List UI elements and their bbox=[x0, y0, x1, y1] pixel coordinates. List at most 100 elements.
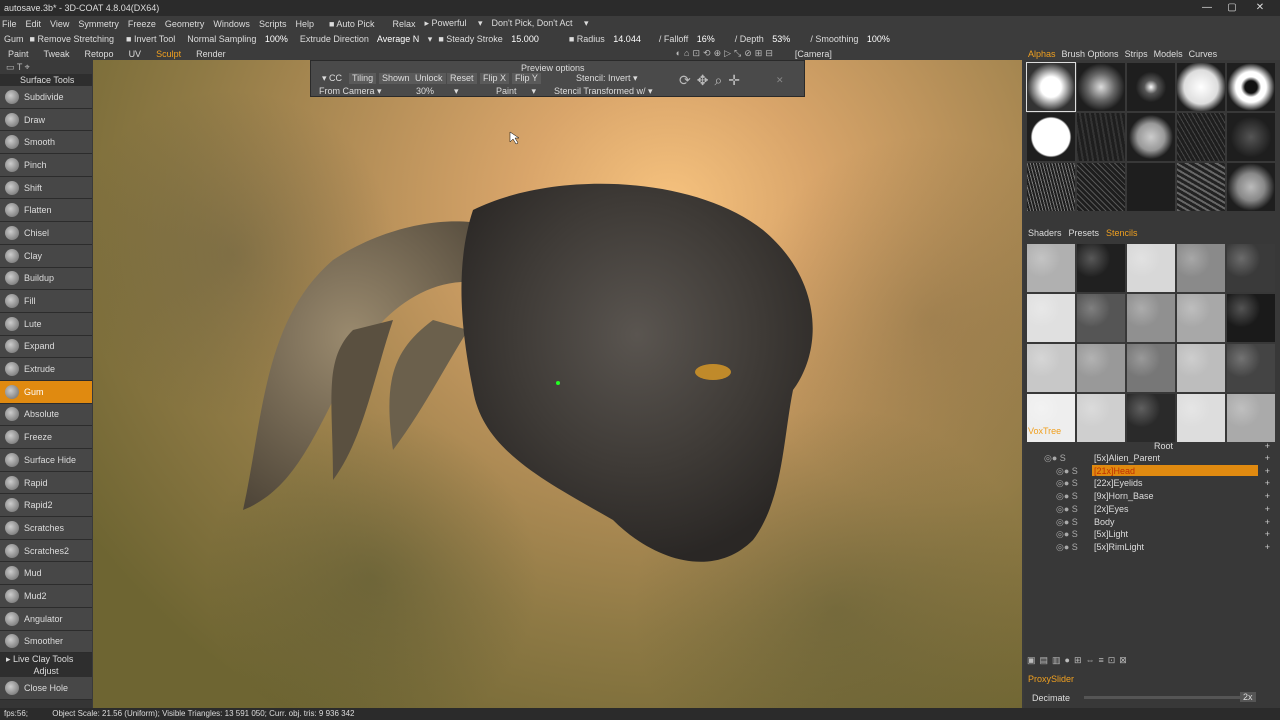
alpha-thumbnail[interactable] bbox=[1026, 62, 1076, 112]
add-icon[interactable]: + bbox=[1265, 465, 1270, 477]
stencil-thumbnail[interactable] bbox=[1077, 244, 1125, 292]
menu-freeze[interactable]: Freeze bbox=[128, 19, 156, 29]
voxtree-layer[interactable]: ◎● S [5x]RimLight + bbox=[1024, 541, 1280, 553]
stencil-thumbnail[interactable] bbox=[1177, 344, 1225, 392]
alpha-thumbnail[interactable] bbox=[1127, 113, 1175, 161]
stencil-thumbnail[interactable] bbox=[1127, 294, 1175, 342]
view-tools-icons[interactable]: ◐⌂⊡⟲⊕▷⤡⊘⊞⊟ bbox=[676, 48, 776, 59]
tool-smoother[interactable]: Smoother bbox=[0, 630, 92, 654]
stencil-transform-select[interactable]: Stencil Transformed w/ ▾ bbox=[554, 86, 653, 97]
stencil-thumbnail[interactable] bbox=[1027, 294, 1075, 342]
tool-close-hole[interactable]: Close Hole bbox=[0, 677, 92, 700]
add-icon[interactable]: + bbox=[1265, 490, 1270, 502]
layer-visibility-icon[interactable]: ◎● S bbox=[1056, 490, 1078, 502]
extrude-direction-select[interactable]: Extrude Direction Average N ▾ bbox=[300, 34, 432, 45]
alpha-thumbnail[interactable] bbox=[1077, 63, 1125, 111]
add-icon[interactable]: + bbox=[1265, 516, 1270, 528]
tool-buildup[interactable]: Buildup bbox=[0, 267, 92, 291]
stencil-mode-select[interactable]: Stencil: Invert ▾ bbox=[573, 73, 641, 84]
tool-fill[interactable]: Fill bbox=[0, 290, 92, 313]
alpha-thumbnail[interactable] bbox=[1177, 163, 1225, 211]
tab-strips[interactable]: Strips bbox=[1125, 49, 1148, 59]
minimize-icon[interactable]: — bbox=[1195, 0, 1219, 16]
alpha-thumbnail[interactable] bbox=[1177, 63, 1225, 111]
voxtree-layer[interactable]: ◎● S [9x]Horn_Base + bbox=[1024, 490, 1280, 502]
depth-slider[interactable]: / Depth 53% bbox=[735, 34, 797, 44]
flip-y-button[interactable]: Flip Y bbox=[512, 73, 541, 84]
alpha-thumbnail[interactable] bbox=[1027, 113, 1075, 161]
falloff-slider[interactable]: / Falloff 16% bbox=[659, 34, 721, 44]
tab-brush-options[interactable]: Brush Options bbox=[1062, 49, 1119, 59]
autopick-toggle[interactable]: ■ Auto Pick bbox=[329, 19, 383, 29]
adjust-header[interactable]: Adjust bbox=[0, 665, 92, 678]
voxtree-layer[interactable]: ◎● S [2x]Eyes + bbox=[1024, 503, 1280, 515]
voxtree-toolbar-icons[interactable]: ▣▤▥●⊞⇔≡⊡⊠ bbox=[1027, 655, 1131, 666]
3d-viewport[interactable] bbox=[93, 60, 1022, 708]
layer-visibility-icon[interactable]: ◎● S bbox=[1044, 452, 1066, 464]
layer-visibility-icon[interactable]: ◎● S bbox=[1056, 516, 1078, 528]
tab-curves[interactable]: Curves bbox=[1189, 49, 1218, 59]
stencil-thumbnail[interactable] bbox=[1177, 244, 1225, 292]
tool-expand[interactable]: Expand bbox=[0, 335, 92, 359]
tool-extrude[interactable]: Extrude bbox=[0, 358, 92, 381]
voxtree-root[interactable]: Root + bbox=[1024, 440, 1280, 452]
alpha-thumbnail[interactable] bbox=[1077, 163, 1125, 211]
add-icon[interactable]: + bbox=[1265, 440, 1270, 452]
stencil-thumbnail[interactable] bbox=[1077, 294, 1125, 342]
alpha-thumbnail[interactable] bbox=[1127, 63, 1175, 111]
tool-subdivide[interactable]: Subdivide bbox=[0, 86, 92, 109]
tool-mud[interactable]: Mud bbox=[0, 562, 92, 586]
remove-stretching-toggle[interactable]: ■ Remove Stretching bbox=[30, 34, 120, 44]
voxtree-layer[interactable]: ◎● S [21x]Head + bbox=[1024, 464, 1280, 477]
menu-help[interactable]: Help bbox=[295, 19, 314, 29]
tab-paint[interactable]: Paint bbox=[8, 49, 29, 59]
alpha-thumbnail[interactable] bbox=[1177, 113, 1225, 161]
maximize-icon[interactable]: ▢ bbox=[1220, 0, 1244, 16]
flip-x-button[interactable]: Flip X bbox=[480, 73, 510, 84]
tool-scratches2[interactable]: Scratches2 bbox=[0, 539, 92, 563]
close-preview-button[interactable]: ✕ bbox=[773, 75, 787, 86]
radius-slider[interactable]: ■ Radius 14.044 bbox=[569, 34, 647, 44]
alpha-thumbnail[interactable] bbox=[1077, 113, 1125, 161]
stencil-thumbnail[interactable] bbox=[1227, 294, 1275, 342]
add-icon[interactable]: + bbox=[1265, 503, 1270, 515]
live-clay-header[interactable]: ▸ Live Clay Tools bbox=[0, 653, 92, 666]
menu-edit[interactable]: Edit bbox=[26, 19, 42, 29]
surface-tools-header[interactable]: Surface Tools bbox=[0, 74, 92, 86]
tab-presets[interactable]: Presets bbox=[1069, 228, 1100, 238]
stencil-thumbnail[interactable] bbox=[1177, 294, 1225, 342]
stencil-thumbnail[interactable] bbox=[1227, 344, 1275, 392]
tool-smooth[interactable]: Smooth bbox=[0, 131, 92, 155]
tool-shift[interactable]: Shift bbox=[0, 176, 92, 200]
unlock-button[interactable]: Unlock bbox=[412, 73, 446, 84]
tab-models[interactable]: Models bbox=[1154, 49, 1183, 59]
steady-stroke-slider[interactable]: ■ Steady Stroke 15.000 bbox=[438, 34, 545, 44]
from-camera-select[interactable]: From Camera ▾ bbox=[319, 86, 382, 97]
layer-visibility-icon[interactable]: ◎● S bbox=[1056, 465, 1078, 477]
stencil-thumbnail[interactable] bbox=[1127, 344, 1175, 392]
close-icon[interactable]: ✕ bbox=[1248, 0, 1272, 16]
tool-surface-hide[interactable]: Surface Hide bbox=[0, 449, 92, 472]
stencil-thumbnail[interactable] bbox=[1027, 344, 1075, 392]
voxtree-layer[interactable]: ◎● S [5x]Alien_Parent + bbox=[1024, 452, 1280, 464]
tool-mud2[interactable]: Mud2 bbox=[0, 585, 92, 608]
menu-symmetry[interactable]: Symmetry bbox=[78, 19, 119, 29]
normal-sampling-slider[interactable]: Normal Sampling 100% bbox=[187, 34, 294, 44]
transform-icons[interactable]: ⟳✥⌕✛ bbox=[676, 73, 749, 87]
tool-draw[interactable]: Draw bbox=[0, 108, 92, 132]
decimate-slider[interactable] bbox=[1084, 696, 1254, 699]
voxtree-layer[interactable]: ◎● S [5x]Light + bbox=[1024, 528, 1280, 540]
tool-freeze[interactable]: Freeze bbox=[0, 426, 92, 449]
tool-clay[interactable]: Clay bbox=[0, 244, 92, 268]
voxtree-layer[interactable]: ◎● S [22x]Eyelids + bbox=[1024, 477, 1280, 489]
relax-toggle[interactable]: Relax bbox=[392, 19, 415, 29]
stencil-thumbnail[interactable] bbox=[1127, 244, 1175, 292]
tool-scratches[interactable]: Scratches bbox=[0, 517, 92, 540]
tool-chisel[interactable]: Chisel bbox=[0, 222, 92, 245]
add-icon[interactable]: + bbox=[1265, 477, 1270, 489]
alpha-thumbnail[interactable] bbox=[1227, 113, 1275, 161]
menu-scripts[interactable]: Scripts bbox=[259, 19, 287, 29]
voxtree-layer[interactable]: ◎● S Body + bbox=[1024, 516, 1280, 528]
cc-toggle[interactable]: ▾ CC bbox=[319, 73, 345, 84]
menu-windows[interactable]: Windows bbox=[213, 19, 250, 29]
